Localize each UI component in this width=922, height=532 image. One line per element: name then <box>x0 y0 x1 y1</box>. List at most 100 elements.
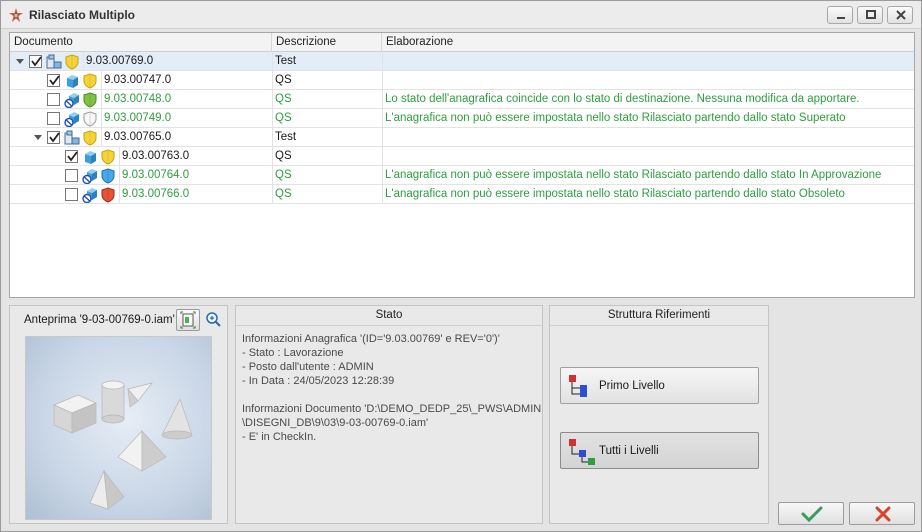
maximize-icon <box>866 10 876 19</box>
document-code: 9.03.00764.0 <box>119 166 272 185</box>
checkmark-icon <box>49 75 60 86</box>
part-blocked-icon <box>64 93 79 108</box>
row-checkbox[interactable] <box>47 131 60 144</box>
document-code: 9.03.00747.0 <box>101 71 272 90</box>
tree-first-level-icon <box>569 375 587 397</box>
minimize-icon <box>837 17 845 19</box>
column-header-elaborazione[interactable]: Elaborazione <box>382 33 914 52</box>
elaboration-message: L'anagrafica non può essere impostata ne… <box>382 185 914 204</box>
column-header-documento[interactable]: Documento <box>10 33 272 52</box>
struttura-title: Struttura Riferimenti <box>550 306 768 326</box>
primo-livello-button[interactable]: Primo Livello <box>560 367 759 404</box>
row-checkbox[interactable] <box>29 55 42 68</box>
star-multicolor-icon <box>9 8 23 22</box>
preview-panel: Anteprima '9-03-00769-0.iam' <box>9 305 228 524</box>
row-checkbox[interactable] <box>47 74 60 87</box>
row-checkbox[interactable] <box>47 93 60 106</box>
grid-header: Documento Descrizione Elaborazione <box>10 33 914 52</box>
close-icon <box>896 10 906 20</box>
x-icon <box>875 506 891 522</box>
elaboration-message <box>382 71 914 90</box>
part-blocked-icon <box>64 112 79 127</box>
document-description: Test <box>272 52 382 71</box>
document-code: 9.03.00763.0 <box>119 147 272 166</box>
checkmark-icon <box>67 151 78 162</box>
assembly-icon <box>64 130 80 145</box>
window: Rilasciato Multiplo Documento Descrizion… <box>0 0 922 532</box>
tutti-livelli-button[interactable]: Tutti i Livelli <box>560 432 759 469</box>
document-code: 9.03.00769.0 <box>83 52 272 71</box>
tree-row[interactable]: 9.03.00765.0 Test <box>10 128 914 147</box>
elaboration-message <box>382 128 914 147</box>
row-checkbox[interactable] <box>65 169 78 182</box>
fit-view-icon <box>180 311 196 329</box>
document-tree-grid[interactable]: Documento Descrizione Elaborazione 9.03.… <box>9 32 915 298</box>
elaboration-message: L'anagrafica non può essere impostata ne… <box>382 109 914 128</box>
tree-row[interactable]: 9.03.00766.0 QS L'anagrafica non può esser… <box>10 185 914 204</box>
tree-all-levels-icon <box>569 439 595 465</box>
status-shield-icon <box>65 54 79 70</box>
titlebar: Rilasciato Multiplo <box>1 1 921 29</box>
3d-shapes-illustration <box>53 380 193 510</box>
struttura-riferimenti-panel: Struttura Riferimenti Primo Livello Tutt… <box>549 305 769 524</box>
tutti-livelli-label: Tutti i Livelli <box>599 445 659 457</box>
document-description: QS <box>272 147 382 166</box>
tree-row[interactable]: 9.03.00763.0 QS <box>10 147 914 166</box>
document-description: QS <box>272 109 382 128</box>
primo-livello-label: Primo Livello <box>599 380 665 392</box>
cancel-button[interactable] <box>849 502 915 525</box>
tree-row[interactable]: 9.03.00748.0 QS Lo stato dell'anagrafica c… <box>10 90 914 109</box>
status-shield-icon <box>101 187 115 203</box>
elaboration-message: L'anagrafica non può essere impostata ne… <box>382 166 914 185</box>
document-description: Test <box>272 128 382 147</box>
expand-arrow-icon[interactable] <box>34 135 42 140</box>
part-cube-icon <box>67 75 78 88</box>
tree-row[interactable]: 9.03.00747.0 QS <box>10 71 914 90</box>
document-code: 9.03.00749.0 <box>101 109 272 128</box>
stato-panel: Stato Informazioni Anagrafica '(ID='9.03… <box>235 305 543 524</box>
confirm-button[interactable] <box>778 502 844 525</box>
row-checkbox[interactable] <box>47 112 60 125</box>
zoom-button[interactable] <box>202 309 226 331</box>
elaboration-message: Lo stato dell'anagrafica coincide con lo… <box>382 90 914 109</box>
checkmark-icon <box>31 56 42 67</box>
status-shield-icon <box>83 73 97 89</box>
elaboration-message <box>382 52 914 71</box>
expand-arrow-icon[interactable] <box>16 59 24 64</box>
tree-row[interactable]: 9.03.00769.0 Test <box>10 52 914 71</box>
row-checkbox[interactable] <box>65 150 78 163</box>
status-shield-icon <box>83 92 97 108</box>
maximize-button[interactable] <box>857 6 883 24</box>
check-icon <box>801 506 823 522</box>
status-shield-icon <box>101 149 115 165</box>
status-shield-icon <box>83 111 97 127</box>
row-checkbox[interactable] <box>65 188 78 201</box>
status-shield-icon <box>101 168 115 184</box>
fit-view-button[interactable] <box>176 309 200 331</box>
assembly-icon <box>46 54 62 69</box>
document-description: QS <box>272 71 382 90</box>
elaboration-message <box>382 147 914 166</box>
minimize-button[interactable] <box>827 6 853 24</box>
stato-info-text: Informazioni Anagrafica '(ID='9.03.00769… <box>242 333 542 443</box>
tree-row[interactable]: 9.03.00749.0 QS L'anagrafica non può esser… <box>10 109 914 128</box>
document-description: QS <box>272 185 382 204</box>
window-title: Rilasciato Multiplo <box>29 8 136 22</box>
document-code: 9.03.00766.0 <box>119 185 272 204</box>
column-header-descrizione[interactable]: Descrizione <box>272 33 382 52</box>
part-cube-icon <box>85 151 96 164</box>
stato-title: Stato <box>236 306 542 326</box>
tree-row[interactable]: 9.03.00764.0 QS L'anagrafica non può esser… <box>10 166 914 185</box>
close-window-button[interactable] <box>887 6 913 24</box>
preview-label: Anteprima '9-03-00769-0.iam' <box>24 314 175 326</box>
document-code: 9.03.00765.0 <box>101 128 272 147</box>
document-description: QS <box>272 166 382 185</box>
part-blocked-icon <box>82 169 97 184</box>
checkmark-icon <box>49 132 60 143</box>
document-code: 9.03.00748.0 <box>101 90 272 109</box>
zoom-icon <box>206 312 221 327</box>
status-shield-icon <box>83 130 97 146</box>
document-description: QS <box>272 90 382 109</box>
part-blocked-icon <box>82 188 97 203</box>
assembly-preview-image <box>25 336 212 520</box>
